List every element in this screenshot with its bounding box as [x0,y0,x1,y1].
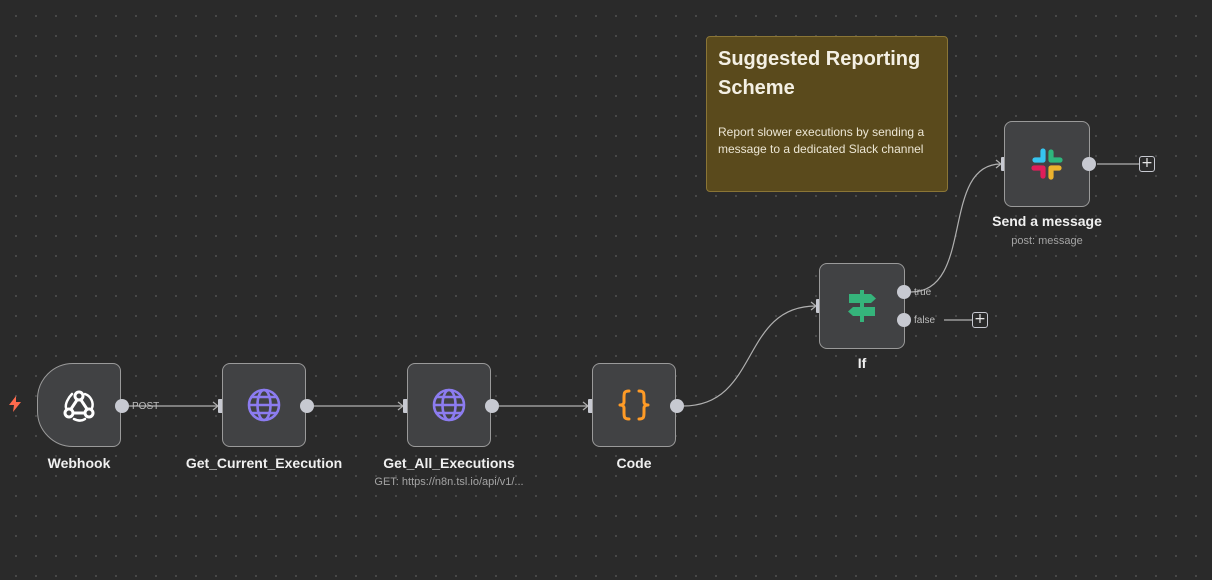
code-output-handle[interactable] [670,399,684,413]
if-false-add-node-button[interactable]: + [972,312,988,328]
sticky-note-body: Report slower executions by sending a me… [718,125,925,156]
sticky-note[interactable]: Suggested Reporting Scheme Report slower… [706,36,948,192]
code-node-label: Code [616,455,652,471]
slack-add-node-button[interactable]: + [1139,156,1155,172]
connection-layer [128,159,1139,411]
node-send-a-message[interactable] [1004,121,1090,207]
webhook-output-label: POST [132,401,160,412]
node-if[interactable] [819,263,905,349]
slack-node-subtitle: post: message [1011,235,1083,247]
get-all-node-label: Get_All_Executions [383,455,515,471]
get-all-node-subtitle: GET: https://n8n.tsl.io/api/v1/... [374,476,524,488]
node-webhook[interactable] [37,363,121,447]
braces-icon [614,385,654,425]
globe-icon [244,385,284,425]
get-current-node-label: Get_Current_Execution [185,455,343,471]
node-get-current-execution[interactable] [222,363,306,447]
signpost-icon [842,286,882,326]
get-current-output-handle[interactable] [300,399,314,413]
webhook-output-handle[interactable] [115,399,129,413]
webhook-icon [59,385,99,425]
slack-output-handle[interactable] [1082,157,1096,171]
get-all-output-handle[interactable] [485,399,499,413]
node-code[interactable] [592,363,676,447]
if-node-label: If [857,355,867,371]
if-true-label: true [914,287,932,298]
if-true-output-handle[interactable] [897,285,911,299]
node-get-all-executions[interactable] [407,363,491,447]
webhook-node-label: Webhook [47,455,111,471]
slack-node-label: Send a message [992,213,1102,229]
if-false-output-handle[interactable] [897,313,911,327]
if-false-label: false [914,315,936,326]
slack-icon [1027,144,1067,184]
sticky-note-title: Suggested Reporting Scheme [718,48,921,99]
globe-icon [429,385,469,425]
workflow-canvas[interactable]: Suggested Reporting Scheme Report slower… [0,0,1212,580]
trigger-bolt-icon [8,396,22,416]
